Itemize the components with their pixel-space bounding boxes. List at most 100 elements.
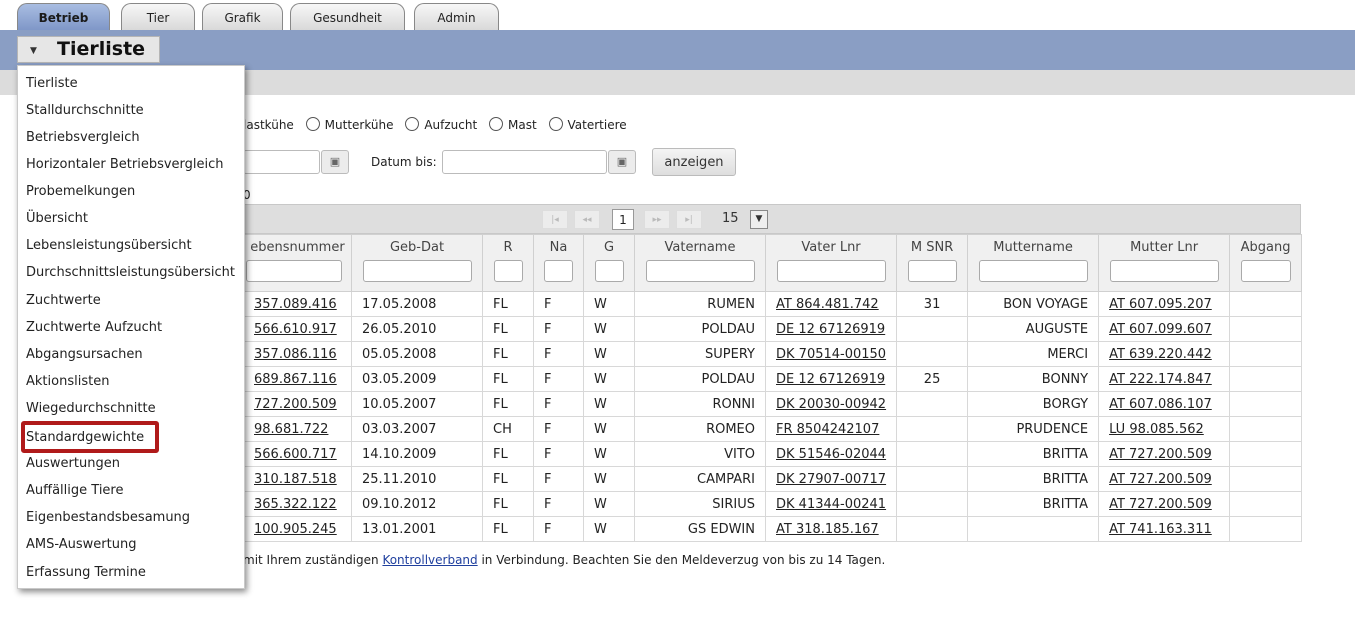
cell-link[interactable]: AT 318.185.167 bbox=[776, 522, 879, 537]
menu-item-stalldurchschnitte[interactable]: Stalldurchschnitte bbox=[26, 103, 144, 118]
cell-link[interactable]: 689.867.116 bbox=[254, 372, 337, 387]
table-row[interactable]: 100.905.245 13.01.2001 FL F W GS EDWIN AT 318.… bbox=[243, 516, 1303, 542]
cell-link[interactable]: AT 607.099.607 bbox=[1109, 322, 1212, 337]
cell-link[interactable]: DK 51546-02044 bbox=[776, 447, 886, 462]
column-filter-input[interactable] bbox=[1240, 260, 1291, 282]
cell-link[interactable]: 310.187.518 bbox=[254, 472, 337, 487]
cell-link[interactable]: FR 8504242107 bbox=[776, 422, 879, 437]
cell-link[interactable]: AT 741.163.311 bbox=[1109, 522, 1212, 537]
calendar-icon[interactable]: ▣ bbox=[321, 150, 349, 174]
radio-vatertiere[interactable] bbox=[548, 117, 563, 131]
menu-item-probemelkungen[interactable]: Probemelkungen bbox=[26, 184, 135, 199]
menu-item-übersicht[interactable]: Übersicht bbox=[26, 211, 88, 226]
column-header[interactable]: M SNR bbox=[896, 234, 969, 292]
column-filter-input[interactable] bbox=[978, 260, 1088, 282]
menu-item-zuchtwerte-aufzucht[interactable]: Zuchtwerte Aufzucht bbox=[26, 320, 162, 335]
cell-link[interactable]: DE 12 67126919 bbox=[776, 322, 885, 337]
show-button[interactable]: anzeigen bbox=[652, 148, 736, 176]
menu-item-zuchtwerte[interactable]: Zuchtwerte bbox=[26, 293, 101, 308]
table-row[interactable]: 357.089.416 17.05.2008 FL F W RUMEN AT 864.481… bbox=[243, 291, 1303, 317]
menu-item-lebensleistungsübersicht[interactable]: Lebensleistungsübersicht bbox=[26, 238, 192, 253]
cell-link[interactable]: AT 727.200.509 bbox=[1109, 472, 1212, 487]
table-row[interactable]: 98.681.722 03.03.2007 CH F W ROMEO FR 85042421… bbox=[243, 416, 1303, 442]
current-page[interactable]: 1 bbox=[612, 209, 634, 230]
table-row[interactable]: 727.200.509 10.05.2007 FL F W RONNI DK 20030-0… bbox=[243, 391, 1303, 417]
column-filter-input[interactable] bbox=[1109, 260, 1219, 282]
cell-link[interactable]: DK 41344-00241 bbox=[776, 497, 886, 512]
cell-link[interactable]: AT 727.200.509 bbox=[1109, 447, 1212, 462]
column-header[interactable]: Muttername bbox=[967, 234, 1100, 292]
cell-link[interactable]: 566.600.717 bbox=[254, 447, 337, 462]
cell-link[interactable]: AT 607.086.107 bbox=[1109, 397, 1212, 412]
table-row[interactable]: 566.600.717 14.10.2009 FL F W VITO DK 51546-02… bbox=[243, 441, 1303, 467]
cell-link[interactable]: LU 98.085.562 bbox=[1109, 422, 1204, 437]
radio-aufzucht[interactable] bbox=[405, 117, 420, 131]
column-header[interactable]: Mutter Lnr bbox=[1098, 234, 1231, 292]
menu-item-aktionslisten[interactable]: Aktionslisten bbox=[26, 374, 109, 389]
cell-link[interactable]: DK 20030-00942 bbox=[776, 397, 886, 412]
column-header[interactable]: R bbox=[482, 234, 534, 292]
menu-item-horizontaler-betriebsvergleich[interactable]: Horizontaler Betriebsvergleich bbox=[26, 157, 224, 172]
cell-link[interactable]: 365.322.122 bbox=[254, 497, 337, 512]
kontrollverband-link[interactable]: Kontrollverband bbox=[382, 553, 477, 567]
next-page-icon[interactable]: ▸▸ bbox=[644, 210, 670, 229]
cell-link[interactable]: DK 27907-00717 bbox=[776, 472, 886, 487]
column-header[interactable]: Abgang bbox=[1229, 234, 1303, 292]
radio-mutterkuehe[interactable] bbox=[305, 117, 320, 131]
cell-link[interactable]: 100.905.245 bbox=[254, 522, 337, 537]
cell-link[interactable]: AT 639.220.442 bbox=[1109, 347, 1212, 362]
cell-link[interactable]: 357.086.116 bbox=[254, 347, 337, 362]
menu-item-tierliste[interactable]: Tierliste bbox=[26, 76, 78, 91]
column-filter-input[interactable] bbox=[907, 260, 957, 282]
tab-tier[interactable]: Tier bbox=[121, 3, 195, 30]
radio-mast[interactable] bbox=[489, 117, 504, 131]
cell-link[interactable]: DE 12 67126919 bbox=[776, 372, 885, 387]
table-row[interactable]: 357.086.116 05.05.2008 FL F W SUPERY DK 70514-… bbox=[243, 341, 1303, 367]
table-row[interactable]: 566.610.917 26.05.2010 FL F W POLDAU DE 12 671… bbox=[243, 316, 1303, 342]
date-from-input[interactable] bbox=[243, 150, 320, 174]
date-to-input[interactable] bbox=[442, 150, 607, 174]
column-header[interactable]: G bbox=[583, 234, 635, 292]
column-filter-input[interactable] bbox=[645, 260, 755, 282]
menu-item-erfassung-termine[interactable]: Erfassung Termine bbox=[26, 565, 146, 580]
view-menu-button[interactable]: ▼ Tierliste bbox=[17, 36, 160, 63]
table-row[interactable]: 689.867.116 03.05.2009 FL F W POLDAU DE 12 671… bbox=[243, 366, 1303, 392]
column-filter-input[interactable] bbox=[362, 260, 472, 282]
tab-gesundheit[interactable]: Gesundheit bbox=[290, 3, 405, 30]
column-filter-input[interactable] bbox=[493, 260, 523, 282]
column-filter-input[interactable] bbox=[246, 260, 342, 282]
menu-item-betriebsvergleich[interactable]: Betriebsvergleich bbox=[26, 130, 140, 145]
cell-link[interactable]: AT 864.481.742 bbox=[776, 297, 879, 312]
cell-link[interactable]: AT 222.174.847 bbox=[1109, 372, 1212, 387]
tab-grafik[interactable]: Grafik bbox=[202, 3, 283, 30]
cell-link[interactable]: AT 607.095.207 bbox=[1109, 297, 1212, 312]
column-header[interactable]: Vatername bbox=[634, 234, 766, 292]
column-header[interactable]: Geb-Dat bbox=[351, 234, 483, 292]
menu-item-eigenbestandsbesamung[interactable]: Eigenbestandsbesamung bbox=[26, 510, 190, 525]
cell-link[interactable]: 98.681.722 bbox=[254, 422, 328, 437]
column-filter-input[interactable] bbox=[544, 260, 573, 282]
column-header[interactable]: Vater Lnr bbox=[764, 234, 898, 292]
page-size-select[interactable]: 15 ▼ bbox=[718, 210, 768, 229]
cell-link[interactable]: AT 727.200.509 bbox=[1109, 497, 1212, 512]
menu-item-abgangsursachen[interactable]: Abgangsursachen bbox=[26, 347, 143, 362]
column-filter-input[interactable] bbox=[594, 260, 624, 282]
cell-link[interactable]: 357.089.416 bbox=[254, 297, 337, 312]
column-filter-input[interactable] bbox=[776, 260, 886, 282]
menu-item-ams-auswertung[interactable]: AMS-Auswertung bbox=[26, 537, 136, 552]
column-header[interactable]: ebensnummer bbox=[243, 234, 352, 292]
first-page-icon[interactable]: |◂ bbox=[542, 210, 568, 229]
cell-link[interactable]: 566.610.917 bbox=[254, 322, 337, 337]
prev-page-icon[interactable]: ◂◂ bbox=[574, 210, 600, 229]
table-row[interactable]: 310.187.518 25.11.2010 FL F W CAMPARI DK 27907… bbox=[243, 466, 1303, 492]
menu-item-auffällige-tiere[interactable]: Auffällige Tiere bbox=[26, 483, 123, 498]
menu-item-auswertungen[interactable]: Auswertungen bbox=[26, 456, 120, 471]
last-page-icon[interactable]: ▸| bbox=[676, 210, 702, 229]
menu-item-durchschnittsleistungsübersicht[interactable]: Durchschnittsleistungsübersicht bbox=[26, 265, 235, 280]
tab-betrieb[interactable]: Betrieb bbox=[17, 3, 110, 30]
column-header[interactable]: Na bbox=[533, 234, 584, 292]
calendar-icon[interactable]: ▣ bbox=[608, 150, 636, 174]
table-row[interactable]: 365.322.122 09.10.2012 FL F W SIRIUS DK 41344-… bbox=[243, 491, 1303, 517]
cell-link[interactable]: DK 70514-00150 bbox=[776, 347, 886, 362]
cell-link[interactable]: 727.200.509 bbox=[254, 397, 337, 412]
